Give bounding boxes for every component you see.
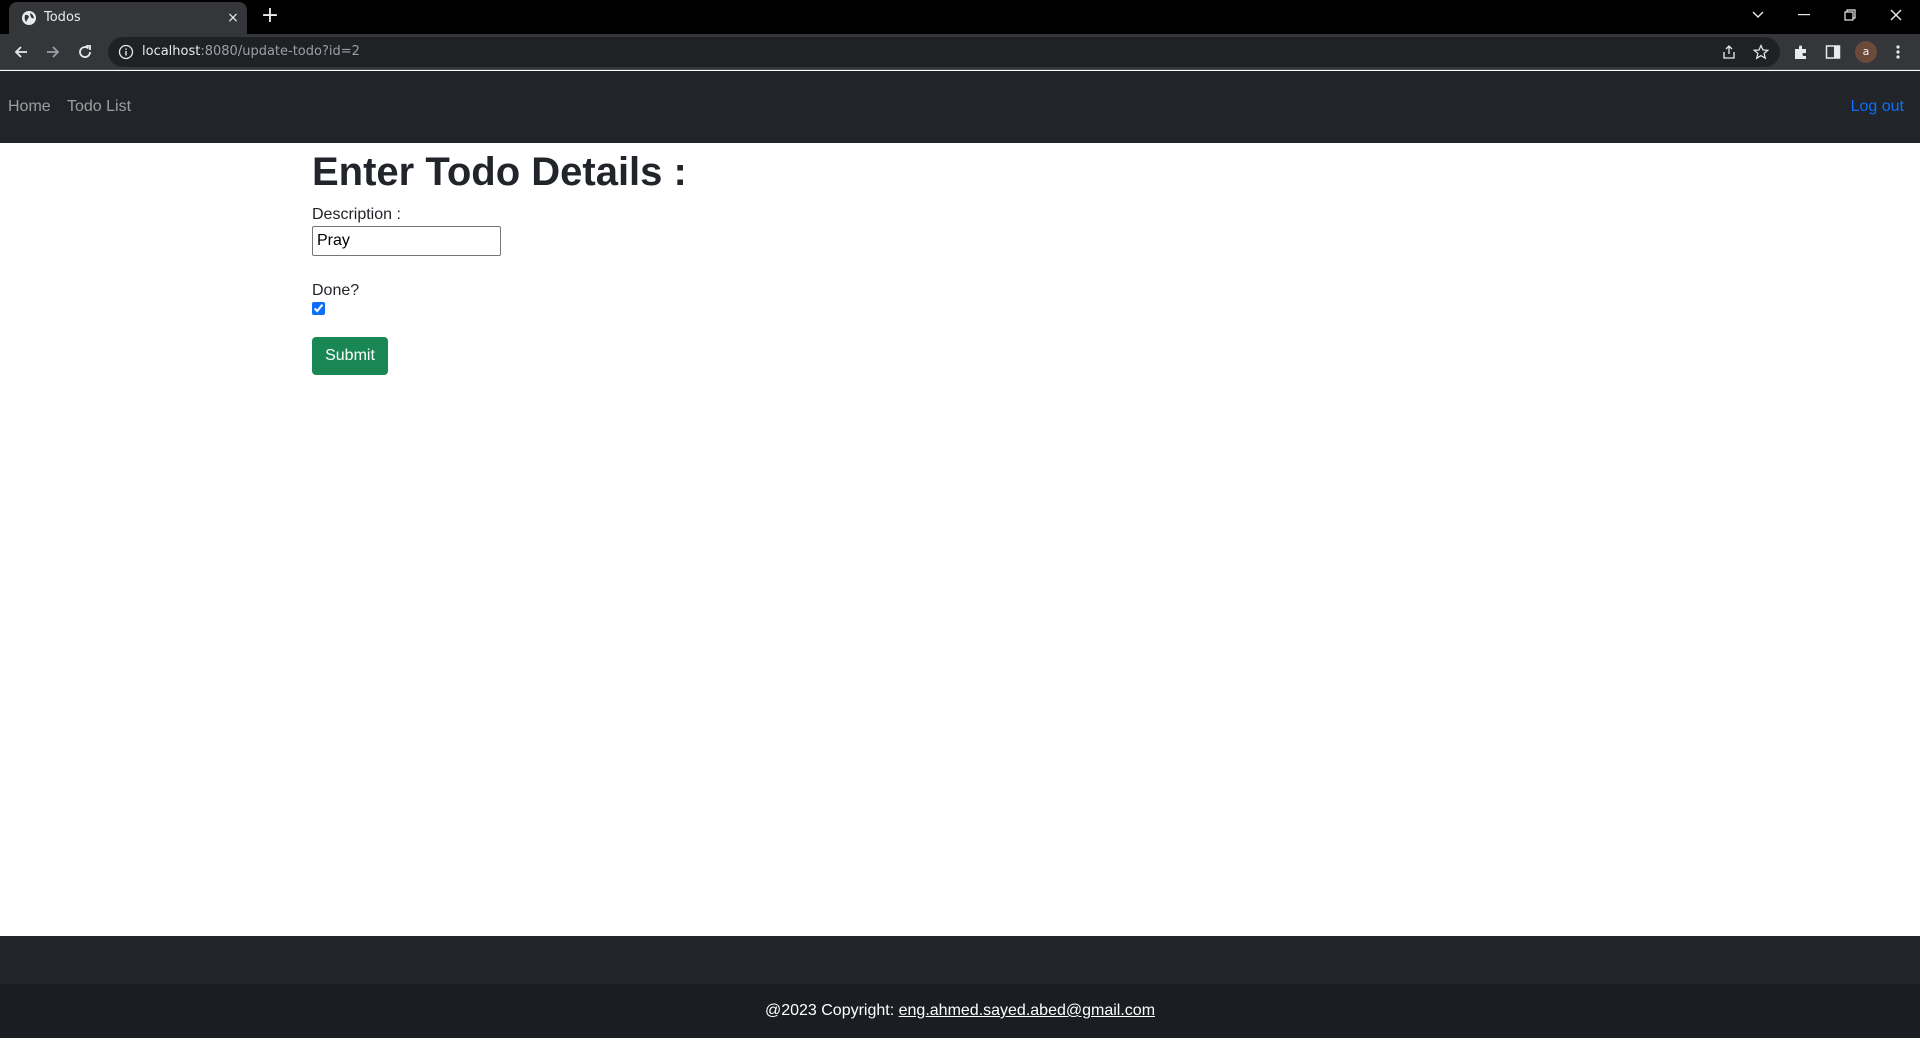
new-tab-button[interactable]: + [258,5,282,29]
menu-dots-icon[interactable] [1887,41,1909,63]
tab-close-icon[interactable]: × [224,9,242,27]
footer-email-link[interactable]: eng.ahmed.sayed.abed@gmail.com [899,1002,1155,1019]
profile-avatar[interactable]: a [1855,41,1877,63]
copyright-text: @2023 Copyright: eng.ahmed.sayed.abed@gm… [765,1002,1155,1020]
forward-icon[interactable] [40,39,66,65]
site-info-icon[interactable] [118,44,134,60]
browser-tab[interactable]: Todos × [9,2,247,34]
submit-button[interactable]: Submit [312,337,388,375]
share-icon[interactable] [1719,42,1739,62]
url-host: localhost [142,44,201,59]
globe-icon [22,11,36,25]
close-window-icon[interactable] [1873,0,1919,30]
description-input[interactable] [312,226,501,256]
url-text[interactable]: localhost:8080/update-todo?id=2 [142,44,360,59]
browser-tab-strip: Todos × + [0,0,1920,34]
description-label: Description : [312,206,401,223]
browser-toolbar: localhost:8080/update-todo?id=2 a [0,34,1920,70]
logout-link[interactable]: Log out [1851,98,1904,116]
restore-icon[interactable] [1827,0,1873,30]
minimize-icon[interactable] [1781,0,1827,30]
todo-form-container: Enter Todo Details : Description : Done?… [312,143,687,375]
footer: @2023 Copyright: eng.ahmed.sayed.abed@gm… [0,936,1920,1038]
back-icon[interactable] [8,39,34,65]
footer-copyright-bar: @2023 Copyright: eng.ahmed.sayed.abed@gm… [0,984,1920,1038]
extensions-icon[interactable] [1790,41,1812,63]
tab-search-icon[interactable] [1735,0,1781,30]
done-label: Done? [312,282,360,299]
bookmark-star-icon[interactable] [1751,42,1771,62]
app-navbar: Home Todo List Log out [0,71,1920,143]
tab-title: Todos [44,10,81,25]
reload-icon[interactable] [72,39,98,65]
side-panel-icon[interactable] [1822,41,1844,63]
page-title: Enter Todo Details : [312,150,687,194]
address-bar[interactable]: localhost:8080/update-todo?id=2 [108,37,1780,67]
copyright-prefix: @2023 Copyright: [764,1002,899,1019]
done-checkbox[interactable] [312,302,325,315]
nav-link-home[interactable]: Home [8,98,51,116]
url-path: :8080/update-todo?id=2 [200,44,360,59]
nav-link-todo-list[interactable]: Todo List [67,98,131,116]
